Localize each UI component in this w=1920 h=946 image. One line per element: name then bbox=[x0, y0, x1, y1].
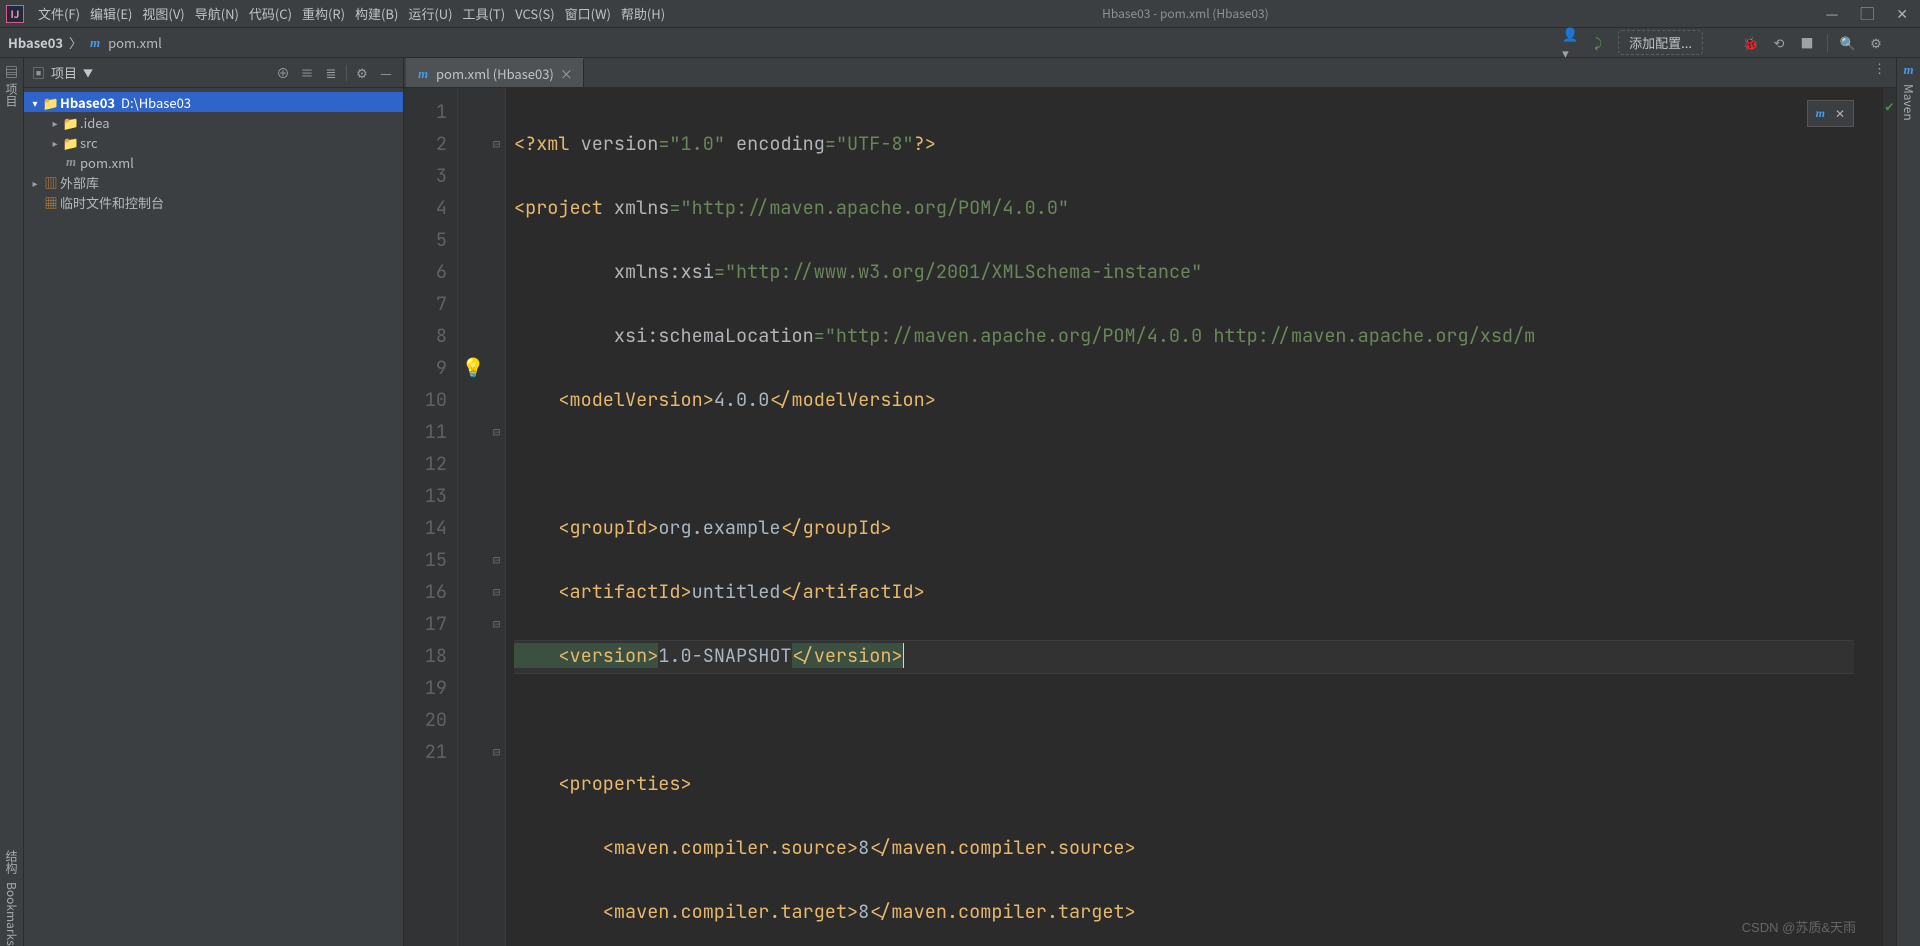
debug-icon[interactable]: 🐞 bbox=[1743, 35, 1759, 51]
bulb-icon[interactable]: 💡 bbox=[461, 355, 484, 380]
right-toolwindow-bar: m Maven bbox=[1896, 58, 1920, 946]
gear-icon[interactable]: ⚙ bbox=[1868, 35, 1884, 51]
tree-external-libs[interactable]: ▸ ▥ 外部库 bbox=[24, 172, 403, 192]
editor-tabbar: m pom.xml (Hbase03) × ⋮ bbox=[404, 58, 1896, 88]
breadcrumb-root[interactable]: Hbase03 bbox=[8, 33, 63, 52]
maximize-button[interactable]: ▢ bbox=[1860, 4, 1874, 24]
tree-root-path: D:\Hbase03 bbox=[121, 93, 191, 112]
maven-file-icon: m bbox=[416, 67, 430, 81]
maven-toolwindow-label[interactable]: Maven bbox=[1900, 84, 1917, 121]
watermark: CSDN @苏质&天雨 bbox=[1742, 917, 1856, 936]
build-icon[interactable]: ⤸ bbox=[1590, 35, 1606, 51]
stop-icon[interactable]: ■ bbox=[1799, 35, 1815, 51]
add-configuration-button[interactable]: 添加配置... bbox=[1618, 30, 1703, 55]
fold-gutter[interactable]: ⊟ ⊟ ⊟⊟ ⊟ ⊟ bbox=[488, 88, 506, 946]
menu-build[interactable]: 构建(B) bbox=[355, 4, 398, 23]
collapse-all-icon[interactable]: ≣ bbox=[322, 64, 340, 82]
editor-tab-pom[interactable]: m pom.xml (Hbase03) × bbox=[406, 58, 584, 87]
tree-pom[interactable]: m pom.xml bbox=[24, 152, 403, 172]
code-content[interactable]: <?xml version="1.0" encoding="UTF-8"?> <… bbox=[506, 88, 1882, 946]
maven-toolwindow-icon[interactable]: m bbox=[1903, 62, 1913, 78]
maven-file-icon: m bbox=[62, 155, 80, 169]
expand-all-icon[interactable]: ≡ bbox=[298, 64, 316, 82]
coverage-icon[interactable]: ⟲ bbox=[1771, 35, 1787, 51]
app-icon: IJ bbox=[6, 5, 24, 23]
window-title: Hbase03 - pom.xml (Hbase03) bbox=[555, 5, 1816, 22]
search-icon[interactable]: 🔍 bbox=[1840, 35, 1856, 51]
menu-tools[interactable]: 工具(T) bbox=[463, 4, 506, 23]
minimize-button[interactable]: — bbox=[1826, 4, 1839, 24]
bookmarks-toolwindow-label[interactable]: Bookmarks bbox=[3, 882, 20, 946]
breadcrumb-file[interactable]: pom.xml bbox=[108, 33, 162, 52]
menu-nav[interactable]: 导航(N) bbox=[195, 4, 239, 23]
project-toolwindow-label[interactable]: 项目 bbox=[3, 83, 20, 107]
toolbar: Hbase03 〉 m pom.xml 👤▾ ⤸ 添加配置... 🐞 ⟲ ■ 🔍… bbox=[0, 28, 1920, 58]
menu-file[interactable]: 文件(F) bbox=[38, 4, 80, 23]
scratch-icon: ▦ bbox=[42, 193, 60, 212]
maven-reload-icon[interactable]: m bbox=[1816, 106, 1825, 121]
close-button[interactable]: ✕ bbox=[1896, 4, 1908, 24]
tree-src[interactable]: ▸ 📁 src bbox=[24, 132, 403, 152]
menu-refactor[interactable]: 重构(R) bbox=[302, 4, 345, 23]
error-stripe[interactable]: ✔ bbox=[1882, 88, 1896, 946]
chevron-right-icon: 〉 bbox=[69, 33, 82, 52]
folder-icon: 📁 bbox=[62, 113, 80, 132]
project-toolwindow-icon[interactable]: ▤ bbox=[5, 62, 18, 81]
tree-idea[interactable]: ▸ 📁 .idea bbox=[24, 112, 403, 132]
inspection-ok-icon: ✔ bbox=[1885, 98, 1893, 116]
menu-vcs[interactable]: VCS(S) bbox=[515, 4, 555, 23]
editor-area: m pom.xml (Hbase03) × ⋮ 12 34 56 78 910 … bbox=[404, 58, 1896, 946]
editor-tab-label: pom.xml (Hbase03) bbox=[436, 64, 554, 83]
tree-root-name: Hbase03 bbox=[60, 93, 115, 112]
tabbar-more-icon[interactable]: ⋮ bbox=[1863, 58, 1896, 87]
hide-pane-icon[interactable]: — bbox=[377, 64, 395, 82]
structure-toolwindow-label[interactable]: 结构 bbox=[3, 850, 20, 874]
hint-close-icon[interactable]: ✕ bbox=[1835, 105, 1845, 122]
line-gutter[interactable]: 12 34 56 78 910 1112 1314 1516 1718 1920… bbox=[404, 88, 458, 946]
gear-icon[interactable]: ⚙ bbox=[353, 64, 371, 82]
menu-code[interactable]: 代码(C) bbox=[249, 4, 292, 23]
libraries-icon: ▥ bbox=[42, 173, 60, 192]
editor-body[interactable]: 12 34 56 78 910 1112 1314 1516 1718 1920… bbox=[404, 88, 1896, 946]
tree-root[interactable]: ▾ 📁 Hbase03 D:\Hbase03 bbox=[24, 92, 403, 112]
icon-gutter: 💡 bbox=[458, 88, 488, 946]
menu-view[interactable]: 视图(V) bbox=[142, 4, 184, 23]
project-pane-header: ▣ 项目 ▼ ⊕ ≡ ≣ ⚙ — bbox=[24, 58, 403, 88]
project-pane: ▣ 项目 ▼ ⊕ ≡ ≣ ⚙ — ▾ 📁 Hbase03 D:\Hbase03 … bbox=[24, 58, 404, 946]
window-controls: — ▢ ✕ bbox=[1826, 4, 1914, 24]
menu-run[interactable]: 运行(U) bbox=[408, 4, 452, 23]
breadcrumb: Hbase03 〉 m pom.xml bbox=[8, 33, 162, 52]
project-view-icon: ▣ bbox=[32, 63, 45, 82]
ai-icon[interactable] bbox=[1896, 35, 1912, 51]
menubar: IJ 文件(F) 编辑(E) 视图(V) 导航(N) 代码(C) 重构(R) 构… bbox=[0, 0, 1920, 28]
close-tab-icon[interactable]: × bbox=[560, 64, 573, 83]
user-icon[interactable]: 👤▾ bbox=[1562, 35, 1578, 51]
maven-reload-hint: m ✕ bbox=[1807, 100, 1854, 127]
project-pane-title: 项目 bbox=[51, 63, 77, 82]
run-icon[interactable] bbox=[1715, 35, 1731, 51]
maven-file-icon: m bbox=[88, 36, 102, 50]
project-tree[interactable]: ▾ 📁 Hbase03 D:\Hbase03 ▸ 📁 .idea ▸ 📁 src… bbox=[24, 88, 403, 216]
left-toolwindow-bar: ▤ 项目 结构 Bookmarks bbox=[0, 58, 24, 946]
menu-edit[interactable]: 编辑(E) bbox=[90, 4, 132, 23]
locate-icon[interactable]: ⊕ bbox=[274, 64, 292, 82]
tree-scratches[interactable]: ▦ 临时文件和控制台 bbox=[24, 192, 403, 212]
chevron-down-icon[interactable]: ▼ bbox=[83, 65, 93, 80]
folder-icon: 📁 bbox=[62, 133, 80, 152]
folder-icon: 📁 bbox=[42, 93, 60, 112]
